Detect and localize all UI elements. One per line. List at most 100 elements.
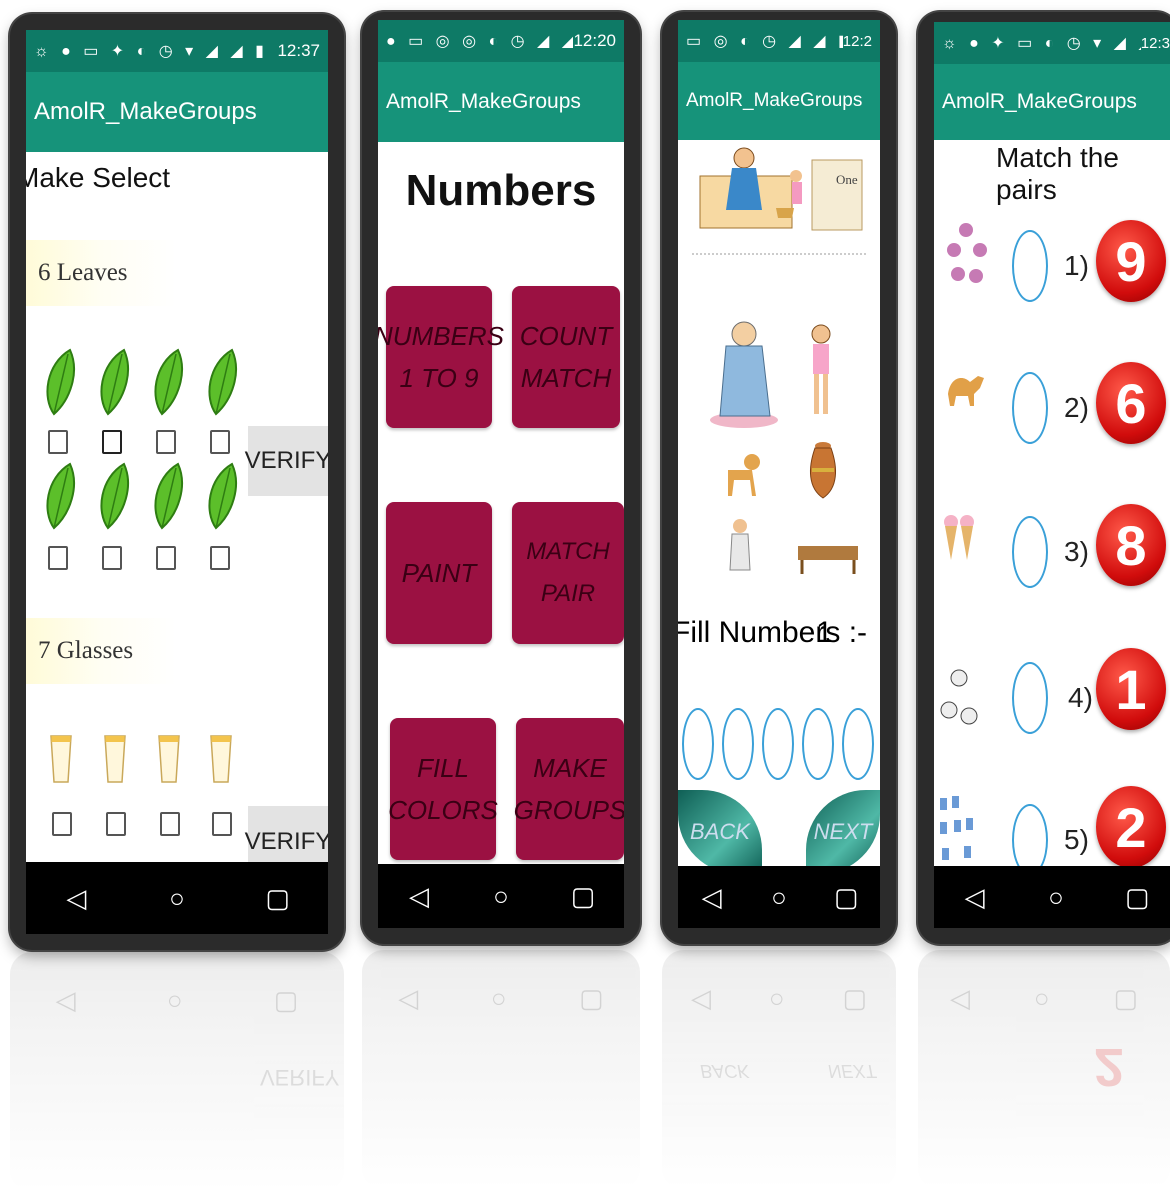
tile-fill-colors[interactable]: FILL COLORS	[388, 718, 498, 860]
home-nav-icon[interactable]: ○	[481, 876, 521, 916]
status-time: 12:20	[573, 31, 616, 50]
answer-circle[interactable]	[1012, 372, 1048, 444]
fill-numbers-label: Fill Numbers :-	[678, 616, 868, 649]
row-index: 2)	[1064, 392, 1089, 423]
back-button[interactable]: BACK	[678, 790, 762, 874]
tile-count-match[interactable]: COUNT MATCH	[512, 286, 620, 428]
number-ball[interactable]: 9	[1096, 220, 1166, 302]
phone-1-screen: ☼ ● ▭ ✦ ◐ ◷ ▾ ◢ ◢ ▮ 12:37 AmolR_MakeGrou…	[26, 30, 328, 934]
tile-make-groups[interactable]: MAKE GROUPS	[514, 718, 624, 860]
phone-2-screen: ● ▭ ◎ ◎ ◐ ◷ ◢ ◢ ▮ 12:20 AmolR_MakeGroups…	[378, 20, 624, 928]
status-time: 12:2	[842, 32, 872, 50]
page-heading: Numbers	[405, 166, 597, 215]
app-title: AmolR_MakeGroups	[678, 62, 880, 140]
nav-bar: ◁ ○ ▢	[934, 866, 1170, 928]
nav-bar: ◁ ○ ▢	[26, 862, 328, 934]
group-label-leaves: 6 Leaves	[26, 240, 176, 306]
status-icons: ● ▭ ◎ ◎ ◐ ◷ ◢ ◢ ▮	[386, 33, 574, 50]
glass-image	[104, 735, 126, 783]
phone-3-screen: ▭ ◎ ◐ ◷ ◢ ◢ ▮ 12:2 AmolR_MakeGroups One	[678, 20, 880, 928]
status-time: 12:3	[1140, 34, 1170, 52]
recents-nav-icon[interactable]: ▢	[258, 878, 298, 918]
answer-circle[interactable]	[1012, 516, 1048, 588]
answer-circle[interactable]	[762, 708, 794, 780]
phone-4: ☼ ● ✦ ▭ ◐ ◷ ▾ ◢ ◢ ▮ 12:3 AmolR_MakeGroup…	[918, 12, 1170, 944]
pot-image	[810, 442, 836, 499]
back-nav-icon: ◁	[690, 982, 711, 1013]
number-ball[interactable]: 2	[1096, 786, 1166, 868]
group-label-glasses: 7 Glasses	[26, 618, 176, 684]
back-nav-icon: ◁	[949, 982, 970, 1013]
phone-1: ☼ ● ▭ ✦ ◐ ◷ ▾ ◢ ◢ ▮ 12:37 AmolR_MakeGrou…	[10, 14, 344, 950]
leaf-checkbox[interactable]	[102, 430, 122, 454]
page-heading: Match the pairs	[996, 142, 1119, 205]
answer-circle[interactable]	[722, 708, 754, 780]
reflection-nav: ◁ ○ ▢	[362, 970, 640, 1026]
leaf-checkbox[interactable]	[48, 546, 68, 570]
answer-circle[interactable]	[682, 708, 714, 780]
reflection-number: 2	[1094, 1037, 1125, 1097]
glass-checkbox[interactable]	[106, 812, 126, 836]
leaf-image	[154, 462, 183, 530]
leaf-checkbox[interactable]	[48, 430, 68, 454]
leaf-checkbox[interactable]	[156, 430, 176, 454]
recents-nav-icon: ▢	[1113, 982, 1139, 1013]
app-title: AmolR_MakeGroups	[934, 64, 1170, 140]
answer-circle[interactable]	[1012, 230, 1048, 302]
recents-nav-icon[interactable]: ▢	[563, 876, 603, 916]
man-sitting-image	[729, 519, 751, 571]
home-nav-icon[interactable]: ○	[157, 878, 197, 918]
status-icons: ☼ ● ▭ ✦ ◐ ◷ ▾ ◢ ◢ ▮	[34, 43, 268, 60]
leaf-image	[208, 348, 237, 416]
leaf-image	[100, 462, 129, 530]
leaf-image	[154, 348, 183, 416]
row-index: 4)	[1068, 682, 1093, 713]
verify-button[interactable]: VERIFY	[245, 426, 328, 496]
status-bar: ☼ ● ✦ ▭ ◐ ◷ ▾ ◢ ◢ ▮ 12:3	[934, 22, 1170, 64]
recents-nav-icon: ▢	[273, 984, 299, 1015]
status-bar: ☼ ● ▭ ✦ ◐ ◷ ▾ ◢ ◢ ▮ 12:37	[26, 30, 328, 72]
tile-paint[interactable]: PAINT	[386, 502, 492, 644]
recents-nav-icon[interactable]: ▢	[826, 877, 866, 917]
answer-circle[interactable]	[1012, 662, 1048, 734]
status-bar: ● ▭ ◎ ◎ ◐ ◷ ◢ ◢ ▮ 12:20	[378, 20, 624, 62]
leaf-image	[46, 348, 75, 416]
reflection-nav: ◁ ○ ▢	[662, 970, 896, 1026]
leaf-checkbox[interactable]	[102, 546, 122, 570]
reflection-next-label: NEXT	[828, 1061, 877, 1081]
leaf-checkbox[interactable]	[210, 546, 230, 570]
number-ball[interactable]: 8	[1096, 504, 1166, 586]
tile-numbers-1-to-9[interactable]: NUMBERS 1 TO 9	[378, 286, 504, 428]
tile-match-pair[interactable]: MATCH PAIR	[512, 502, 624, 644]
back-nav-icon[interactable]: ◁	[692, 877, 732, 917]
row-index: 5)	[1064, 824, 1089, 855]
leaf-image	[46, 462, 75, 530]
status-icons: ☼ ● ✦ ▭ ◐ ◷ ▾ ◢ ◢ ▮	[942, 35, 1141, 52]
answer-circle[interactable]	[842, 708, 874, 780]
home-nav-icon[interactable]: ○	[1036, 877, 1076, 917]
cot-image	[798, 546, 858, 574]
reflection-nav: ◁ ○ ▢	[918, 970, 1170, 1026]
back-nav-icon[interactable]: ◁	[56, 878, 96, 918]
glass-checkbox[interactable]	[160, 812, 180, 836]
glass-checkbox[interactable]	[212, 812, 232, 836]
number-ball[interactable]: 1	[1096, 648, 1166, 730]
camel-image	[948, 376, 984, 406]
nav-bar: ◁ ○ ▢	[378, 864, 624, 928]
home-nav-icon[interactable]: ○	[759, 877, 799, 917]
reflection-phone-1: ◁ ○ ▢ VERIFY	[10, 952, 344, 1192]
leaf-checkbox[interactable]	[156, 546, 176, 570]
scene-illustration	[692, 140, 868, 258]
next-button[interactable]: NEXT	[806, 790, 880, 874]
leaf-checkbox[interactable]	[210, 430, 230, 454]
home-nav-icon: ○	[768, 982, 785, 1013]
status-bar: ▭ ◎ ◐ ◷ ◢ ◢ ▮ 12:2	[678, 20, 880, 62]
glass-checkbox[interactable]	[52, 812, 72, 836]
number-ball[interactable]: 6	[1096, 362, 1166, 444]
row-index: 3)	[1064, 536, 1089, 567]
answer-circle[interactable]	[802, 708, 834, 780]
recents-nav-icon[interactable]: ▢	[1117, 877, 1157, 917]
back-nav-icon[interactable]: ◁	[955, 877, 995, 917]
back-nav-icon[interactable]: ◁	[399, 876, 439, 916]
app-title: AmolR_MakeGroups	[26, 72, 328, 152]
